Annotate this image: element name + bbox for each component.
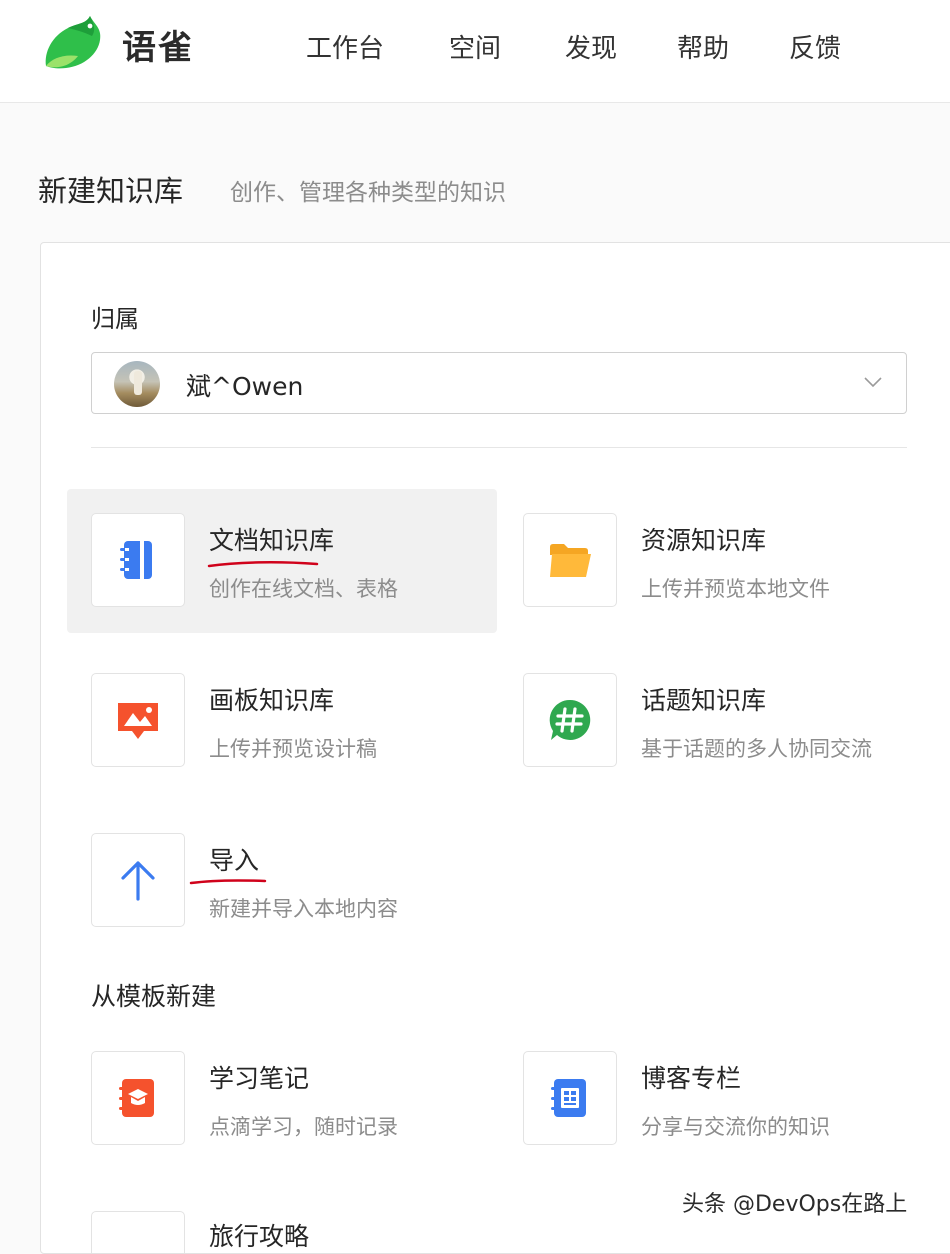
template-study-notes[interactable]: 学习笔记 点滴学习，随时记录	[67, 1027, 497, 1171]
hashtag-chat-icon	[549, 699, 591, 740]
repo-type-import[interactable]: 导入 新建并导入本地内容	[67, 809, 497, 953]
icon-box	[91, 833, 185, 927]
icon-box	[523, 513, 617, 607]
template-desc: 点滴学习，随时记录	[209, 1115, 398, 1139]
repo-type-desc: 上传并预览本地文件	[641, 577, 830, 601]
page-title: 新建知识库	[38, 174, 184, 208]
repo-type-title: 导入	[209, 846, 260, 875]
annotation-underline	[189, 879, 267, 885]
folder-icon	[550, 544, 591, 577]
avatar	[114, 361, 160, 407]
nav-spaces[interactable]: 空间	[449, 28, 501, 65]
repo-type-title: 资源知识库	[641, 526, 767, 555]
repo-type-title: 文档知识库	[209, 526, 335, 555]
chevron-down-icon	[864, 377, 882, 388]
template-title: 学习笔记	[209, 1064, 310, 1093]
page-header: 新建知识库 创作、管理各种类型的知识	[38, 168, 506, 210]
icon-box	[91, 513, 185, 607]
repo-type-desc: 基于话题的多人协同交流	[641, 737, 872, 761]
template-blog[interactable]: 博客专栏 分享与交流你的知识	[499, 1027, 929, 1171]
icon-box	[523, 1051, 617, 1145]
notebook-icon	[120, 541, 152, 579]
top-navbar: 语雀 工作台 空间 发现 帮助 反馈	[0, 0, 950, 103]
create-repo-panel: 归属 斌^Owen 文档知识库 创作在线文档、表格 资源知识库 上传并预览本地文…	[40, 242, 950, 1254]
icon-box	[91, 1211, 185, 1253]
page-subtitle: 创作、管理各种类型的知识	[230, 180, 506, 206]
repo-type-topic[interactable]: 话题知识库 基于话题的多人协同交流	[499, 649, 929, 793]
watermark: 头条 @DevOps在路上	[682, 1192, 908, 1217]
upload-arrow-icon	[121, 861, 155, 901]
divider	[91, 447, 907, 448]
repo-type-desc: 上传并预览设计稿	[209, 737, 377, 761]
repo-type-title: 画板知识库	[209, 686, 335, 715]
repo-type-title: 话题知识库	[641, 686, 767, 715]
icon-box	[91, 673, 185, 767]
yuque-bird-logo-icon[interactable]	[38, 14, 108, 74]
owner-select[interactable]: 斌^Owen	[91, 352, 907, 414]
repo-type-desc: 创作在线文档、表格	[209, 577, 398, 601]
owner-name: 斌^Owen	[186, 372, 304, 401]
template-desc: 分享与交流你的知识	[641, 1115, 830, 1139]
app-name: 语雀	[122, 28, 194, 68]
repo-type-doc[interactable]: 文档知识库 创作在线文档、表格	[67, 489, 497, 633]
template-title: 博客专栏	[641, 1064, 742, 1093]
nav-help[interactable]: 帮助	[677, 28, 729, 65]
repo-type-board[interactable]: 画板知识库 上传并预览设计稿	[67, 649, 497, 793]
nav-workbench[interactable]: 工作台	[306, 28, 384, 65]
template-title: 旅行攻略	[209, 1222, 310, 1251]
nav-feedback[interactable]: 反馈	[789, 28, 841, 65]
annotation-underline	[207, 561, 319, 568]
templates-section-title: 从模板新建	[91, 982, 217, 1011]
repo-type-desc: 新建并导入本地内容	[209, 897, 398, 921]
icon-box	[91, 1051, 185, 1145]
icon-box	[523, 673, 617, 767]
repo-type-resource[interactable]: 资源知识库 上传并预览本地文件	[499, 489, 929, 633]
owner-label: 归属	[91, 305, 139, 333]
study-notes-icon	[119, 1079, 154, 1117]
template-travel[interactable]: 旅行攻略	[67, 1187, 497, 1253]
nav-discover[interactable]: 发现	[565, 28, 617, 65]
blog-icon	[551, 1079, 586, 1117]
drawing-board-icon	[118, 703, 158, 739]
